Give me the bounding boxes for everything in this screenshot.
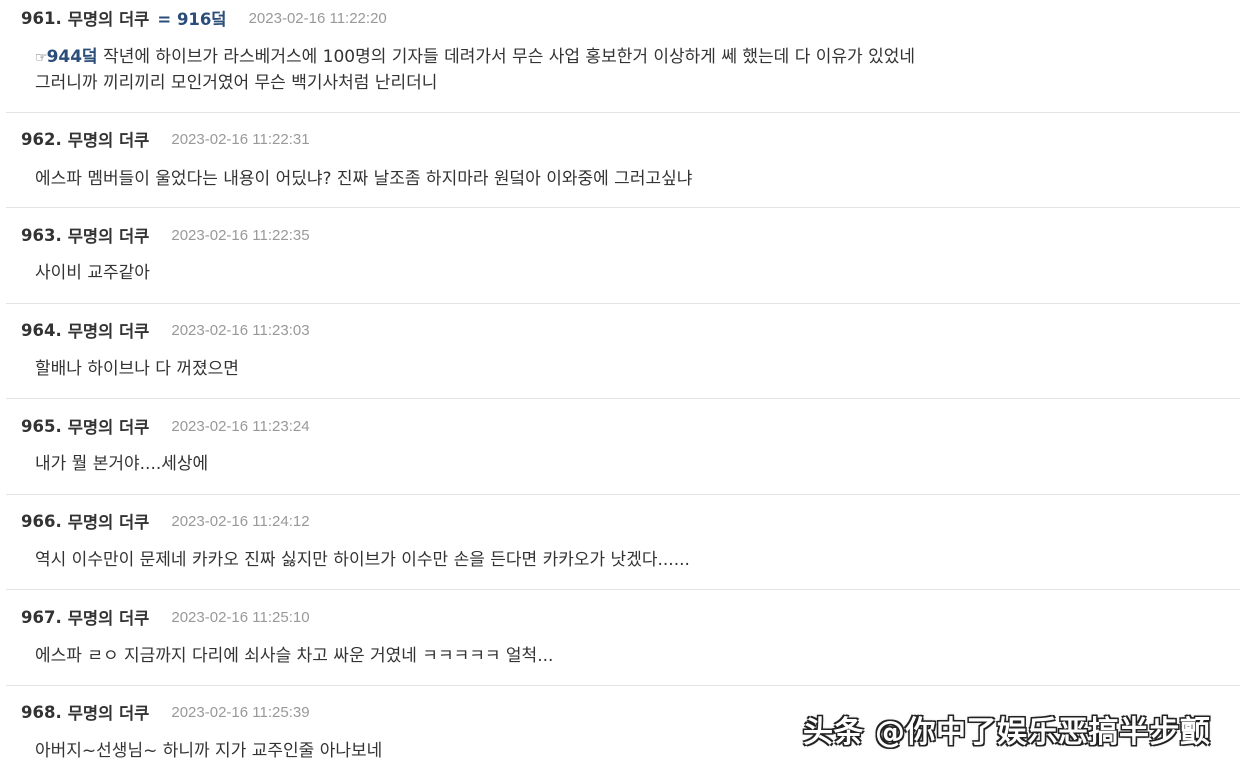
comment-meta: 965. 무명의 더쿠 2023-02-16 11:23:24: [21, 414, 310, 438]
watermark: 头条 @你中了娱乐恶搞半步颤: [803, 715, 1211, 750]
comment-number: 967.: [21, 607, 62, 627]
pointing-hand-icon: ☞: [35, 50, 48, 66]
comment-text: 아버지~선생님~ 하니까 지가 교주인줄 아나보네: [35, 741, 383, 761]
comment-date: 2023-02-16 11:22:20: [248, 9, 387, 27]
comment-number: 961.: [21, 8, 62, 28]
comment-author: 무명의 더쿠: [67, 609, 150, 628]
comment-date: 2023-02-16 11:22:31: [171, 130, 310, 148]
comment-meta: 968. 무명의 더쿠 2023-02-16 11:25:39: [21, 700, 310, 724]
comment-line: ☞944덬 작년에 하이브가 라스베거스에 100명의 기자들 데려가서 무슨 …: [35, 45, 915, 71]
comment-964: 964. 무명의 더쿠 2023-02-16 11:23:03 할배나 하이브나…: [6, 304, 1240, 399]
comment-966: 966. 무명의 더쿠 2023-02-16 11:24:12 역시 이수만이 …: [6, 495, 1240, 590]
comment-meta: 966. 무명의 더쿠 2023-02-16 11:24:12: [21, 509, 310, 533]
anchor-reply-link[interactable]: = 916덬: [157, 6, 226, 30]
comment-text: 할배나 하이브나 다 꺼졌으면: [35, 359, 239, 379]
quote-reply-link[interactable]: ☞944덬: [35, 47, 98, 67]
comment-date: 2023-02-16 11:22:35: [171, 226, 310, 244]
comment-author: 무명의 더쿠: [67, 322, 150, 341]
comment-line: 그러니까 끼리끼리 모인거였어 무슨 백기사처럼 난리더니: [35, 73, 438, 93]
comment-number: 968.: [21, 702, 62, 722]
comment-number: 966.: [21, 511, 62, 531]
comment-number: 963.: [21, 225, 62, 245]
comment-meta: 963. 무명의 더쿠 2023-02-16 11:22:35: [21, 223, 310, 247]
comment-967: 967. 무명의 더쿠 2023-02-16 11:25:10 에스파 ㄹㅇ 지…: [6, 590, 1240, 686]
comment-text: 에스파 ㄹㅇ 지금까지 다리에 쇠사슬 차고 싸운 거였네 ㅋㅋㅋㅋㅋ 얼척..…: [35, 646, 554, 666]
comment-number: 965.: [21, 416, 62, 436]
quote-reply-number: 944덬: [46, 47, 98, 67]
comment-date: 2023-02-16 11:25:39: [171, 703, 310, 721]
comment-meta: 962. 무명의 더쿠 2023-02-16 11:22:31: [21, 127, 310, 151]
comment-962: 962. 무명의 더쿠 2023-02-16 11:22:31 에스파 멤버들이…: [6, 113, 1240, 208]
comment-author: 무명의 더쿠: [67, 704, 150, 723]
comment-meta: 967. 무명의 더쿠 2023-02-16 11:25:10: [21, 605, 310, 629]
comment-meta: 964. 무명의 더쿠 2023-02-16 11:23:03: [21, 318, 310, 342]
comment-963: 963. 무명의 더쿠 2023-02-16 11:22:35 사이비 교주같아: [6, 208, 1240, 304]
comment-author: 무명의 더쿠: [67, 131, 150, 150]
comment-number: 962.: [21, 129, 62, 149]
comment-date: 2023-02-16 11:24:12: [171, 512, 310, 530]
comment-author: 무명의 더쿠: [67, 418, 150, 437]
comment-author: 무명의 더쿠: [67, 227, 150, 246]
comment-text: 작년에 하이브가 라스베거스에 100명의 기자들 데려가서 무슨 사업 홍보한…: [97, 47, 916, 67]
comment-meta: 961. 무명의 더쿠 = 916덬 2023-02-16 11:22:20: [21, 6, 387, 30]
comment-text: 사이비 교주같아: [35, 263, 150, 283]
comment-body: ☞944덬 작년에 하이브가 라스베거스에 100명의 기자들 데려가서 무슨 …: [35, 45, 915, 96]
comment-author: 무명의 더쿠: [67, 513, 150, 532]
comment-date: 2023-02-16 11:23:24: [171, 417, 310, 435]
comment-961: 961. 무명의 더쿠 = 916덬 2023-02-16 11:22:20 ☞…: [6, 6, 1240, 113]
comment-date: 2023-02-16 11:23:03: [171, 321, 310, 339]
comment-number: 964.: [21, 320, 62, 340]
comment-text: 역시 이수만이 문제네 카카오 진짜 싫지만 하이브가 이수만 손을 든다면 카…: [35, 550, 690, 570]
comment-thread: 961. 무명의 더쿠 = 916덬 2023-02-16 11:22:20 ☞…: [0, 0, 1240, 766]
comment-author: 무명의 더쿠: [67, 10, 150, 29]
comment-text: 내가 뭘 본거야....세상에: [35, 454, 209, 474]
comment-text: 에스파 멤버들이 울었다는 내용이 어딨냐? 진짜 날조좀 하지마라 원덬아 이…: [35, 169, 693, 189]
comment-date: 2023-02-16 11:25:10: [171, 608, 310, 626]
comment-965: 965. 무명의 더쿠 2023-02-16 11:23:24 내가 뭘 본거야…: [6, 399, 1240, 495]
